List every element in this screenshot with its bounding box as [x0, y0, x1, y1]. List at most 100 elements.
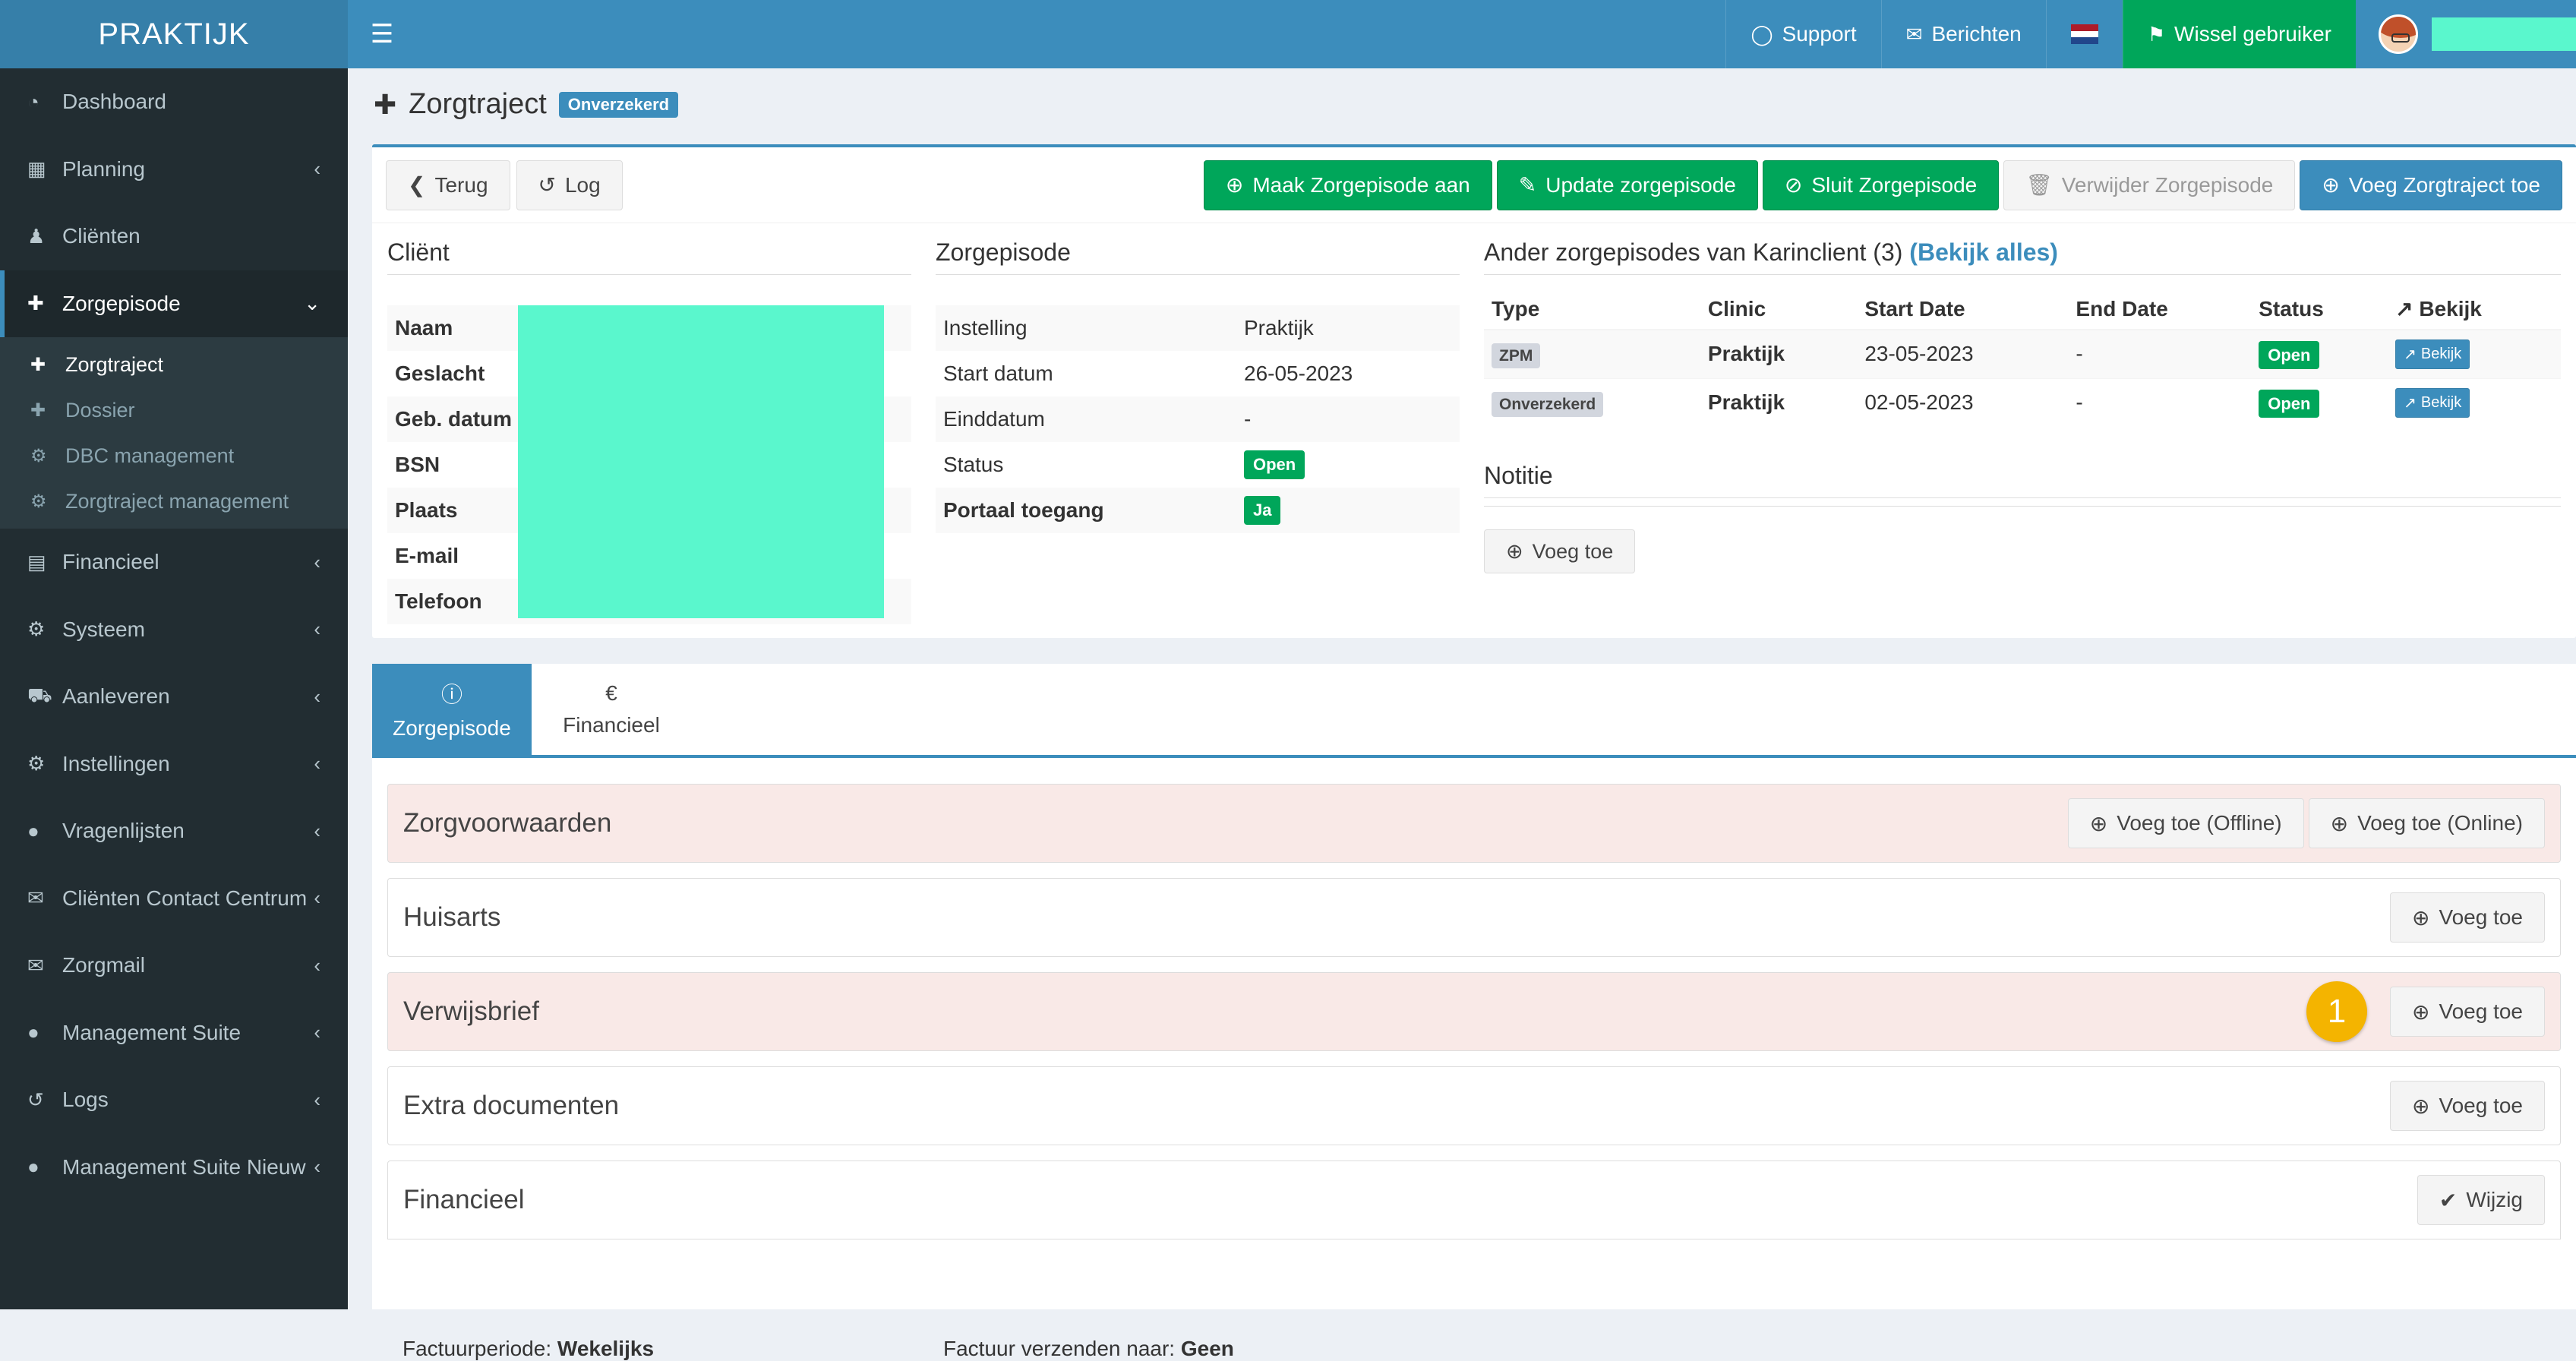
- view-episode-button[interactable]: ↗ Bekijk: [2395, 387, 2470, 418]
- chevron-left-icon: ‹: [314, 886, 320, 910]
- column-header: Type: [1484, 289, 1700, 330]
- add-trajectory-button[interactable]: ⊕ Voeg Zorgtraject toe: [2300, 159, 2562, 210]
- create-episode-button[interactable]: ⊕ Maak Zorgepisode aan: [1203, 159, 1492, 210]
- update-episode-button[interactable]: ✎ Update zorgepisode: [1496, 159, 1758, 210]
- add-huisarts-button[interactable]: ⊕ Voeg toe: [2389, 892, 2545, 943]
- sidebar-item-zorgepisode[interactable]: ✚ Zorgepisode ⌄: [0, 270, 348, 337]
- submenu-item-zorgtraject[interactable]: ✚ Zorgtraject: [0, 342, 348, 387]
- trash-icon: 🗑: [2025, 173, 2053, 197]
- column-header: End Date: [2068, 289, 2252, 330]
- sidebar-item-label: Management Suite: [62, 1020, 242, 1044]
- switch-user-button[interactable]: ⚑ Wissel gebruiker: [2122, 0, 2356, 68]
- calendar-icon: ▦: [27, 157, 46, 181]
- insurance-badge: Onverzekerd: [558, 91, 679, 118]
- external-link-icon: ↗: [2404, 394, 2417, 412]
- section-title: Verwijsbrief: [403, 996, 539, 1026]
- sidebar-item-financieel[interactable]: ▤ Financieel ‹: [0, 529, 348, 596]
- submenu-item-zorgtraject-management[interactable]: ⚙ Zorgtraject management: [0, 478, 348, 524]
- section-title: Extra documenten: [403, 1091, 620, 1120]
- zorgepisode-submenu: ✚ Zorgtraject ✚ Dossier ⚙ DBC management…: [0, 337, 348, 529]
- back-button[interactable]: ❮ Terug: [386, 159, 510, 210]
- plus-circle-icon: ⊕: [2411, 999, 2430, 1024]
- view-label: Bekijk: [2420, 345, 2462, 362]
- switch-user-label: Wissel gebruiker: [2174, 22, 2331, 46]
- plus-circle-icon: ⊕: [2322, 173, 2340, 197]
- delete-episode-button[interactable]: 🗑 Verwijder Zorgepisode: [2003, 159, 2296, 210]
- add-note-button[interactable]: ⊕ Voeg toe: [1484, 529, 1636, 573]
- add-extra-document-button[interactable]: ⊕ Voeg toe: [2389, 1081, 2545, 1131]
- add-note-label: Voeg toe: [1532, 539, 1614, 563]
- field-value: Praktijk: [1244, 316, 1314, 339]
- sidebar-item-aanleveren[interactable]: ⛟ Aanleveren ‹: [0, 663, 348, 731]
- dashboard-icon: ◔: [27, 90, 39, 113]
- gear-icon: ⚙: [27, 752, 46, 775]
- log-button[interactable]: ↺ Log: [516, 159, 623, 210]
- sidebar-item-systeem[interactable]: ⚙ Systeem ‹: [0, 596, 348, 664]
- language-flag[interactable]: [2045, 0, 2123, 68]
- sidebar-item-logs[interactable]: ↺ Logs ‹: [0, 1066, 348, 1134]
- invoice-period: Factuurperiode: Wekelijks: [402, 1337, 943, 1361]
- tab-financieel[interactable]: € Financieel: [532, 664, 691, 755]
- period-label: Factuurperiode:: [402, 1337, 552, 1360]
- sidebar-item-instellingen[interactable]: ⚙ Instellingen ‹: [0, 731, 348, 798]
- sidebar-item-zorgmail[interactable]: ✉ Zorgmail ‹: [0, 932, 348, 999]
- messages-link[interactable]: ✉ Berichten: [1880, 0, 2046, 68]
- plus-circle-icon: ⊕: [2411, 1094, 2430, 1118]
- tab-bar: ⓘ Zorgepisode € Financieel: [372, 664, 2576, 758]
- verwijsbrief-section: Verwijsbrief 1 ⊕ Voeg toe: [387, 972, 2561, 1051]
- field-label: Einddatum: [943, 407, 1045, 431]
- other-episodes-panel: Ander zorgepisodes van Karinclient (3) (…: [1484, 238, 2561, 573]
- add-offline-button[interactable]: ⊕ Voeg toe (Offline): [2067, 798, 2304, 848]
- sidebar-item-management-suite[interactable]: ● Management Suite ‹: [0, 999, 348, 1067]
- brand-logo[interactable]: PRAKTIJK: [0, 0, 348, 68]
- external-link-icon: ↗: [2395, 297, 2413, 321]
- medkit-icon: ✚: [374, 88, 397, 120]
- end-date-cell: -: [2068, 377, 2252, 427]
- user-menu[interactable]: [2356, 0, 2576, 68]
- chevron-left-icon: ‹: [314, 617, 320, 641]
- sidebar-item-planning[interactable]: ▦ Planning ‹: [0, 136, 348, 204]
- end-date-cell: -: [2068, 329, 2252, 378]
- episode-row: Status Open: [936, 442, 1460, 488]
- view-all-link[interactable]: (Bekijk alles): [1909, 238, 2058, 266]
- sidebar-item-clienten[interactable]: ♟ Cliënten: [0, 203, 348, 270]
- section-title: Financieel: [403, 1185, 525, 1214]
- add-verwijsbrief-button[interactable]: ⊕ Voeg toe: [2389, 987, 2545, 1037]
- avatar: [2379, 14, 2418, 54]
- table-row: ZPM Praktijk 23-05-2023 - Open ↗ Bekijk: [1484, 329, 2561, 378]
- sidebar-item-vragenlijsten[interactable]: ● Vragenlijsten ‹: [0, 797, 348, 865]
- submenu-item-dossier[interactable]: ✚ Dossier: [0, 387, 348, 433]
- edit-finance-button[interactable]: ✔ Wijzig: [2417, 1175, 2545, 1225]
- add-label: Voeg toe: [2439, 905, 2523, 929]
- sidebar-item-dashboard[interactable]: ◔ Dashboard: [0, 68, 348, 136]
- client-panel: Cliënt Naam Geslacht Geb. datum BSN Plaa…: [387, 238, 911, 624]
- view-episode-button[interactable]: ↗ Bekijk: [2395, 339, 2470, 369]
- field-label: E-mail: [395, 544, 459, 567]
- episode-row: Portaal toegang Ja: [936, 488, 1460, 533]
- field-label: BSN: [395, 453, 440, 476]
- add-online-button[interactable]: ⊕ Voeg toe (Online): [2308, 798, 2545, 848]
- other-episodes-title: Ander zorgepisodes van Karinclient (3): [1484, 238, 1903, 266]
- sidebar-item-clienten-contact-centrum[interactable]: ✉ Cliënten Contact Centrum ‹: [0, 865, 348, 933]
- envelope-icon: ✉: [1905, 22, 1923, 46]
- submenu-item-label: Dossier: [65, 398, 135, 422]
- submenu-item-dbc-management[interactable]: ⚙ DBC management: [0, 433, 348, 478]
- update-episode-label: Update zorgepisode: [1545, 172, 1736, 197]
- sidebar-item-label: Dashboard: [62, 90, 166, 114]
- close-episode-button[interactable]: ⊘ Sluit Zorgepisode: [1762, 159, 2000, 210]
- status-badge: Open: [2259, 390, 2320, 418]
- user-icon: ♟: [27, 224, 46, 248]
- plus-circle-icon: ⊕: [2411, 905, 2430, 930]
- zorgvoorwaarden-section: Zorgvoorwaarden ⊕ Voeg toe (Offline) ⊕ V…: [387, 784, 2561, 863]
- action-toolbar: ❮ Terug ↺ Log ⊕ Maak Zorgepisode aan ✎ U…: [372, 147, 2576, 223]
- redacted-username: [2432, 17, 2576, 51]
- menu-toggle-icon[interactable]: ☰: [348, 0, 416, 68]
- chevron-left-icon: ‹: [314, 1021, 320, 1044]
- log-label: Log: [564, 172, 601, 197]
- support-link[interactable]: ◯ Support: [1725, 0, 1880, 68]
- top-navbar: ☰ ◯ Support ✉ Berichten ⚑ Wissel gebruik…: [348, 0, 2576, 68]
- tab-zorgepisode[interactable]: ⓘ Zorgepisode: [372, 664, 532, 755]
- sidebar-item-management-suite-nieuw[interactable]: ● Management Suite Nieuw ‹: [0, 1134, 348, 1202]
- view-label: Bekijk: [2420, 393, 2462, 411]
- invoice-recipient: Factuur verzenden naar: Geen: [943, 1337, 1234, 1361]
